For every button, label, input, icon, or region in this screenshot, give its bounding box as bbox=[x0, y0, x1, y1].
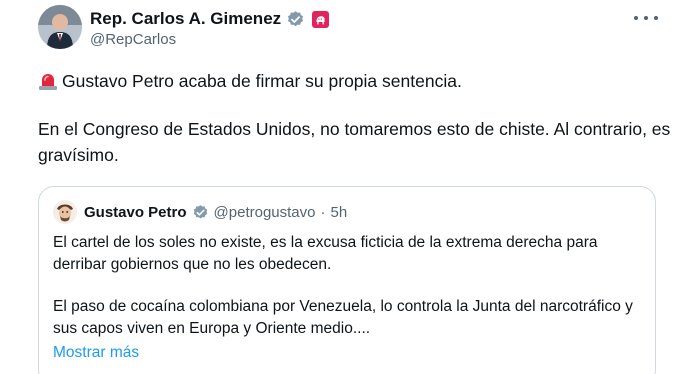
republican-party-icon bbox=[312, 10, 330, 28]
quoted-paragraph-1: El cartel de los soles no existe, es la … bbox=[53, 234, 598, 273]
verified-badge-icon[interactable] bbox=[192, 204, 209, 221]
verified-badge-icon[interactable] bbox=[286, 10, 305, 29]
quoted-author-handle[interactable]: @petrogustavo bbox=[214, 204, 316, 221]
author-display-name[interactable]: Rep. Carlos A. Gimenez bbox=[90, 9, 281, 29]
quoted-tweet-text: El cartel de los soles no existe, es la … bbox=[53, 232, 643, 364]
quoted-paragraph-2: El paso de cocaína colombiana por Venezu… bbox=[53, 298, 633, 337]
tweet: Rep. Carlos A. Gimenez @RepCarlos Gustav… bbox=[0, 0, 696, 374]
separator-dot: · bbox=[320, 203, 326, 221]
quoted-tweet-header: Gustavo Petro @petrogustavo · 5h bbox=[53, 200, 347, 224]
quoted-timestamp[interactable]: 5h bbox=[330, 204, 347, 221]
tweet-paragraph-2: En el Congreso de Estados Unidos, no tom… bbox=[38, 119, 671, 165]
quoted-tweet[interactable]: Gustavo Petro @petrogustavo · 5h El cart… bbox=[38, 186, 656, 374]
quoted-author-name[interactable]: Gustavo Petro bbox=[84, 204, 187, 221]
show-more-link[interactable]: Mostrar más bbox=[53, 342, 643, 364]
author-name-row: Rep. Carlos A. Gimenez bbox=[90, 8, 330, 30]
rotating-light-emoji-icon bbox=[38, 71, 58, 91]
tweet-text: Gustavo Petro acaba de firmar su propia … bbox=[38, 68, 678, 168]
tweet-line-1-text: Gustavo Petro acaba de firmar su propia … bbox=[62, 71, 462, 91]
author-handle[interactable]: @RepCarlos bbox=[90, 31, 176, 48]
quoted-author-avatar[interactable] bbox=[53, 200, 77, 224]
more-options-icon[interactable] bbox=[634, 8, 658, 28]
author-avatar[interactable] bbox=[38, 5, 82, 49]
tweet-line-1: Gustavo Petro acaba de firmar su propia … bbox=[38, 68, 678, 94]
